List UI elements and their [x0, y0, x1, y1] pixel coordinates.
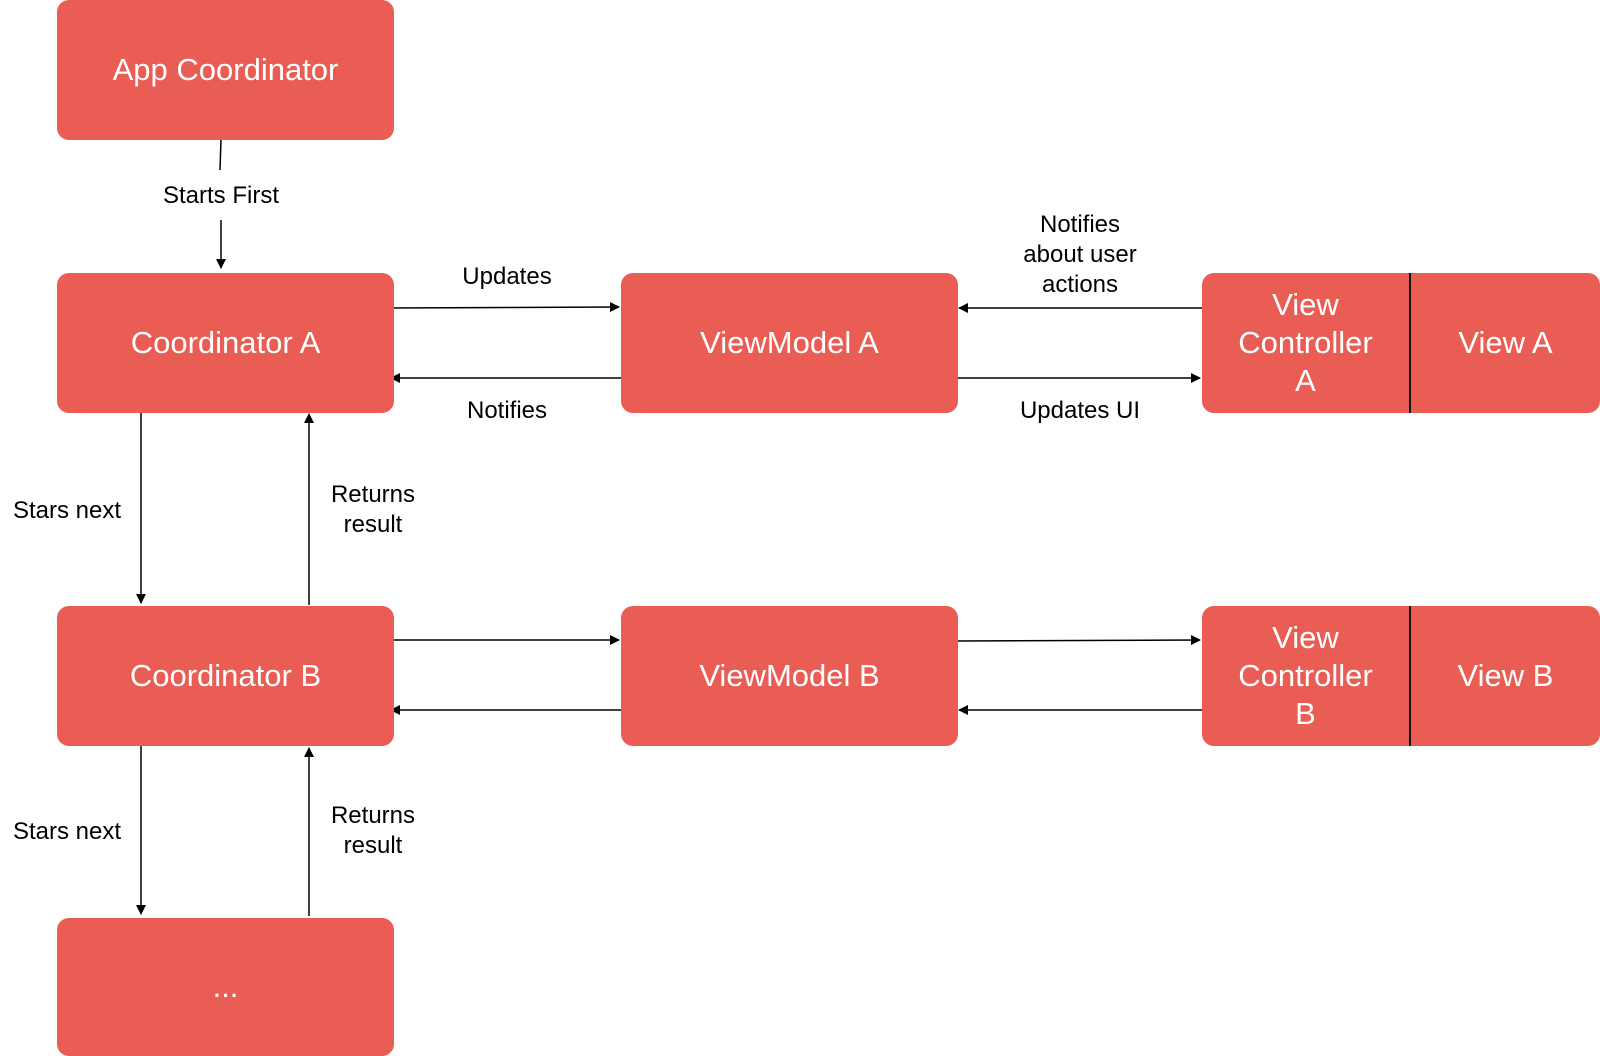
node-view-controller-a-line-2: Controller: [1238, 325, 1373, 360]
label-returns-result-1: Returns result: [318, 480, 428, 540]
node-view-controller-b: View Controller B: [1202, 606, 1409, 746]
node-viewmodel-b-label: ViewModel B: [699, 658, 880, 693]
node-view-controller-b-line-1: View: [1272, 620, 1339, 655]
label-returns-result-2-line-1: Returns: [330, 802, 416, 829]
node-coordinator-a-label: Coordinator A: [130, 325, 321, 360]
label-returns-result-1-line-2: result: [343, 511, 403, 538]
node-viewmodel-b: ViewModel B: [621, 606, 958, 746]
label-stars-next-2: Stars next: [12, 818, 122, 845]
label-starts-first: Starts First: [162, 182, 279, 209]
node-coordinator-a: Coordinator A: [57, 273, 394, 413]
node-app-coordinator: App Coordinator: [57, 0, 394, 140]
node-view-controller-a-line-1: View: [1272, 287, 1339, 322]
node-view-controller-b-line-3: B: [1295, 696, 1316, 731]
node-coordinator-b-label: Coordinator B: [129, 658, 322, 693]
node-view-controller-a-group: View Controller A View A: [1202, 273, 1600, 413]
label-returns-result-2: Returns result: [318, 801, 428, 861]
label-notifies: Notifies: [466, 397, 548, 424]
node-view-a-label: View A: [1458, 325, 1553, 360]
label-returns-result-1-line-1: Returns: [330, 481, 416, 508]
edges-layer: [136, 138, 1202, 916]
node-view-a: View A: [1411, 273, 1600, 413]
node-coordinator-next-label: ...: [212, 969, 239, 1004]
label-notifies-user-actions-line-1: Notifies: [1039, 211, 1121, 238]
label-notifies-user-actions-line-2: about user: [1023, 241, 1137, 268]
node-view-b: View B: [1411, 606, 1600, 746]
node-view-controller-a: View Controller A: [1202, 273, 1409, 413]
label-updates-ui: Updates UI: [1019, 397, 1141, 424]
node-view-controller-b-line-2: Controller: [1238, 658, 1373, 693]
edge-coordinator-a-to-viewmodel-a: [386, 302, 620, 313]
edge-app-to-coordinator-a-top: [219, 138, 222, 171]
label-returns-result-2-line-2: result: [343, 832, 403, 859]
node-coordinator-next: ...: [57, 918, 394, 1056]
label-notifies-user-actions: Notifies about user actions: [1000, 210, 1160, 300]
node-app-coordinator-label: App Coordinator: [112, 52, 339, 87]
node-coordinator-b: Coordinator B: [57, 606, 394, 746]
label-notifies-user-actions-line-3: actions: [1041, 271, 1119, 298]
node-view-b-label: View B: [1457, 658, 1554, 693]
label-updates: Updates: [462, 263, 552, 290]
node-viewmodel-a-label: ViewModel A: [700, 325, 879, 360]
label-stars-next-1: Stars next: [12, 497, 122, 524]
node-view-controller-a-line-3: A: [1295, 363, 1316, 398]
node-viewmodel-a: ViewModel A: [621, 273, 958, 413]
edge-viewmodel-b-to-view-controller-b: [956, 635, 1201, 646]
node-view-controller-b-group: View Controller B View B: [1202, 606, 1600, 746]
